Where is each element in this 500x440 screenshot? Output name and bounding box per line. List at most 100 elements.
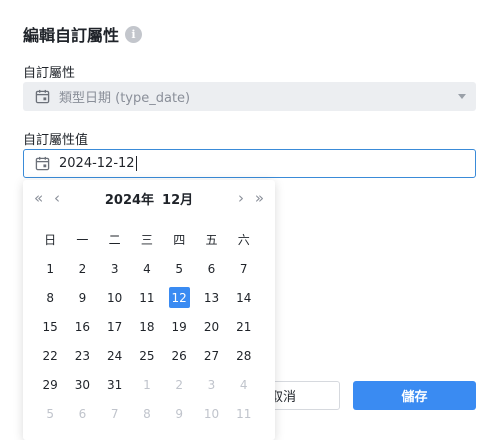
calendar-day[interactable]: 28 (228, 341, 260, 370)
calendar-day[interactable]: 16 (66, 312, 98, 341)
info-icon[interactable]: i (125, 25, 143, 43)
calendar-day-label: 6 (207, 261, 216, 276)
calendar-day[interactable]: 21 (228, 312, 260, 341)
calendar-day[interactable]: 7 (99, 399, 131, 428)
text-cursor (135, 156, 137, 171)
calendar-day-label: 22 (42, 348, 58, 363)
calendar-day[interactable]: 3 (99, 254, 131, 283)
calendar-day[interactable]: 5 (163, 254, 195, 283)
calendar-day[interactable]: 9 (163, 399, 195, 428)
calendar-day-label: 21 (236, 319, 252, 334)
calendar-day-label: 8 (143, 406, 151, 421)
calendar-day[interactable]: 2 (66, 254, 98, 283)
calendar-day-label: 9 (175, 406, 184, 421)
calendar-day-label: 28 (236, 348, 252, 363)
date-value-text: 2024-12-12 (59, 156, 135, 171)
weekday-header: 五 (205, 233, 218, 247)
next-month-icon[interactable]: › (238, 189, 244, 207)
custom-attr-select: 類型日期 (type_date) (23, 82, 476, 111)
calendar-day[interactable]: 10 (195, 399, 227, 428)
calendar-day[interactable]: 30 (66, 370, 98, 399)
calendar-day[interactable]: 2 (163, 370, 195, 399)
date-picker-popup: « ‹ 2024年 12月 › » 日一二三四五六 1 2 3 4 5 6 7 8 9 10 11 12… (23, 180, 275, 440)
calendar-day-label: 1 (143, 377, 151, 392)
calendar-day[interactable]: 6 (195, 254, 227, 283)
calendar-day[interactable]: 26 (163, 341, 195, 370)
calendar-day[interactable]: 11 (131, 283, 163, 312)
dialog-title: 編輯自訂屬性 i (23, 22, 143, 46)
calendar-day-label: 29 (42, 377, 58, 392)
weekday-header: 三 (140, 233, 153, 247)
calendar-day-label: 2 (78, 261, 87, 276)
calendar-day[interactable]: 27 (195, 341, 227, 370)
calendar-day[interactable]: 13 (195, 283, 227, 312)
next-year-icon[interactable]: » (255, 189, 264, 207)
calendar-day-label: 1 (46, 261, 54, 276)
calendar-day-label: 14 (236, 290, 252, 305)
calendar-day-label: 16 (74, 319, 91, 334)
chevron-down-icon (458, 94, 466, 99)
calendar-day-label: 23 (74, 348, 91, 363)
custom-attr-value: 類型日期 (type_date) (59, 91, 191, 106)
calendar-day[interactable]: 22 (34, 341, 66, 370)
calendar-day-label: 7 (110, 406, 119, 421)
calendar-day-label: 17 (107, 319, 123, 334)
calendar-day-label: 3 (110, 261, 119, 276)
weekday-header: 日 (44, 233, 57, 247)
calendar-day-label: 5 (46, 406, 54, 421)
calendar-day[interactable]: 17 (99, 312, 131, 341)
calendar-day-label: 31 (107, 377, 123, 392)
calendar-icon (35, 89, 50, 104)
calendar-day[interactable]: 8 (34, 283, 66, 312)
calendar-day[interactable]: 10 (99, 283, 131, 312)
calendar-day[interactable]: 5 (34, 399, 66, 428)
calendar-day-label: 9 (78, 290, 87, 305)
save-button[interactable]: 儲存 (353, 381, 476, 410)
calendar-day[interactable]: 7 (228, 254, 260, 283)
date-value-input[interactable]: 2024-12-12 (23, 149, 476, 178)
calendar-day[interactable]: 1 (131, 370, 163, 399)
calendar-day-label: 24 (107, 348, 123, 363)
calendar-day-label: 4 (143, 261, 151, 276)
calendar-day[interactable]: 11 (228, 399, 260, 428)
weekday-header: 一 (76, 233, 89, 247)
calendar-day[interactable]: 18 (131, 312, 163, 341)
calendar-day[interactable]: 19 (163, 312, 195, 341)
calendar-day-label: 10 (203, 406, 220, 421)
calendar-day-label: 27 (203, 348, 220, 363)
calendar-day[interactable]: 3 (195, 370, 227, 399)
weekday-header: 二 (108, 233, 121, 247)
calendar-day[interactable]: 8 (131, 399, 163, 428)
calendar-day[interactable]: 1 (34, 254, 66, 283)
calendar-day-label: 4 (239, 377, 248, 392)
calendar-day[interactable]: 23 (66, 341, 98, 370)
calendar-day-label: 3 (207, 377, 216, 392)
calendar-day-label: 7 (239, 261, 248, 276)
calendar-day-label: 18 (139, 319, 155, 334)
weekday-header: 四 (173, 233, 186, 247)
calendar-day[interactable]: 24 (99, 341, 131, 370)
calendar-day[interactable]: 29 (34, 370, 66, 399)
calendar-day[interactable]: 14 (228, 283, 260, 312)
calendar-day[interactable]: 6 (66, 399, 98, 428)
calendar-day-label: 6 (78, 406, 87, 421)
custom-attr-label: 自訂屬性 (23, 66, 76, 81)
calendar-day-selected[interactable]: 12 (163, 283, 195, 312)
calendar-year[interactable]: 2024年 (105, 189, 154, 208)
calendar-day[interactable]: 20 (195, 312, 227, 341)
calendar-day[interactable]: 4 (131, 254, 163, 283)
calendar-day-label: 10 (107, 290, 123, 305)
calendar-day[interactable]: 4 (228, 370, 260, 399)
calendar-day-label: 15 (42, 319, 58, 334)
custom-attr-value-label: 自訂屬性值 (23, 133, 89, 148)
calendar-day-label: 26 (171, 348, 187, 363)
calendar-day-label: 11 (236, 406, 252, 421)
weekday-header: 六 (237, 233, 250, 247)
calendar-day-label: 5 (175, 261, 184, 276)
calendar-day[interactable]: 25 (131, 341, 163, 370)
calendar-day[interactable]: 15 (34, 312, 66, 341)
calendar-day[interactable]: 31 (99, 370, 131, 399)
calendar-month[interactable]: 12月 (162, 189, 193, 208)
calendar-day-label: 25 (139, 348, 155, 363)
calendar-day[interactable]: 9 (66, 283, 98, 312)
